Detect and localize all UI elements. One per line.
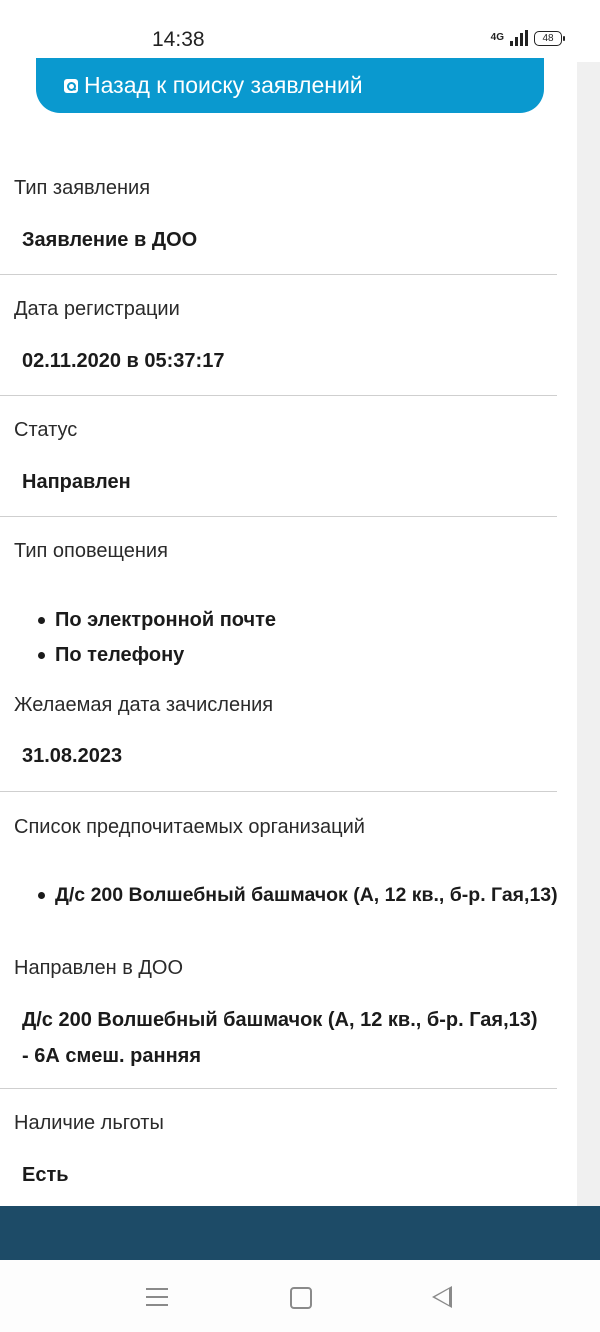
divider — [0, 516, 557, 517]
field-value-desired-date: 31.08.2023 — [22, 745, 123, 767]
divider — [0, 791, 557, 792]
signal-icon — [510, 30, 528, 46]
field-label-type: Тип заявления — [14, 177, 151, 199]
field-label-benefit: Наличие льготы — [14, 1112, 164, 1134]
field-label-orgs: Список предпочитаемых организаций — [14, 816, 365, 838]
battery-icon: 48 — [534, 30, 565, 46]
field-label-desired-date: Желаемая дата зачисления — [14, 694, 274, 716]
field-value-directed: Д/с 200 Волшебный башмачок (А, 12 кв., б… — [22, 1009, 538, 1067]
field-label-status: Статус — [14, 419, 78, 441]
field-value-reg-date: 02.11.2020 в 05:37:17 — [22, 350, 225, 372]
page-footer — [0, 1206, 600, 1260]
status-icons: 4G 48 — [490, 30, 565, 46]
menu-icon[interactable] — [146, 1288, 168, 1312]
field-value-type: Заявление в ДОО — [22, 229, 198, 251]
network-type: 4G — [490, 32, 504, 43]
scrollbar[interactable] — [577, 62, 600, 1206]
notify-list: По электронной почте По телефону — [0, 609, 276, 679]
field-value-status: Направлен — [22, 471, 131, 493]
field-label-reg-date: Дата регистрации — [14, 298, 180, 320]
home-icon[interactable] — [290, 1287, 312, 1309]
back-to-search-button[interactable]: Назад к поиску заявлений — [36, 58, 544, 113]
system-nav-bar — [0, 1260, 600, 1332]
search-icon — [64, 78, 78, 93]
field-label-directed: Направлен в ДОО — [14, 957, 184, 979]
orgs-list: Д/с 200 Волшебный башмачок (А, 12 кв., б… — [0, 884, 558, 919]
divider — [0, 395, 557, 396]
list-item: По телефону — [37, 644, 276, 679]
field-label-notify: Тип оповещения — [14, 540, 168, 562]
field-value-benefit: Есть — [22, 1164, 69, 1186]
divider — [0, 274, 557, 275]
back-icon[interactable] — [432, 1286, 452, 1308]
list-item: Д/с 200 Волшебный башмачок (А, 12 кв., б… — [38, 884, 558, 919]
status-bar: 14:38 4G 48 — [0, 0, 600, 62]
back-button-label: Назад к поиску заявлений — [84, 72, 363, 98]
divider — [0, 1088, 557, 1089]
list-item: По электронной почте — [37, 609, 276, 644]
status-time: 14:38 — [152, 28, 205, 51]
